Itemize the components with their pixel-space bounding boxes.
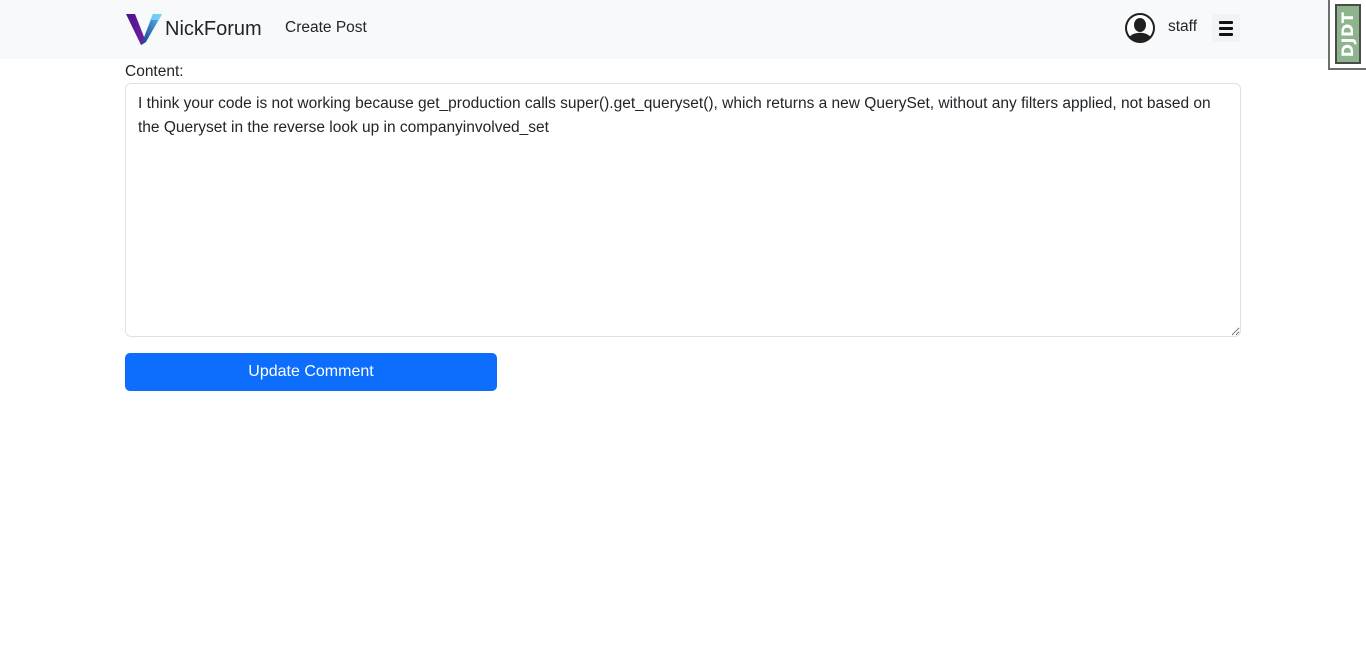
brand-link[interactable]: NickForum [126,12,262,46]
create-post-link[interactable]: Create Post [285,18,367,38]
nickforum-logo-icon [126,14,162,45]
menu-bar-top [1219,20,1233,24]
username-label[interactable]: staff [1168,17,1197,37]
content-label: Content: [125,63,184,80]
menu-bar-middle [1219,26,1233,30]
debug-toolbar-badge: DJDT [1335,4,1361,64]
debug-toolbar-handle[interactable]: DJDT [1328,0,1366,70]
menu-bar-bottom [1219,32,1233,36]
debug-toolbar-label: DJDT [1338,11,1358,57]
content-textarea[interactable]: I think your code is not working because… [125,83,1241,337]
user-avatar-icon[interactable] [1124,12,1156,44]
update-comment-button[interactable]: Update Comment [125,353,497,391]
hamburger-menu-icon[interactable] [1212,14,1240,42]
top-navbar: NickForum Create Post staff [0,0,1366,59]
brand-name: NickForum [165,18,262,40]
